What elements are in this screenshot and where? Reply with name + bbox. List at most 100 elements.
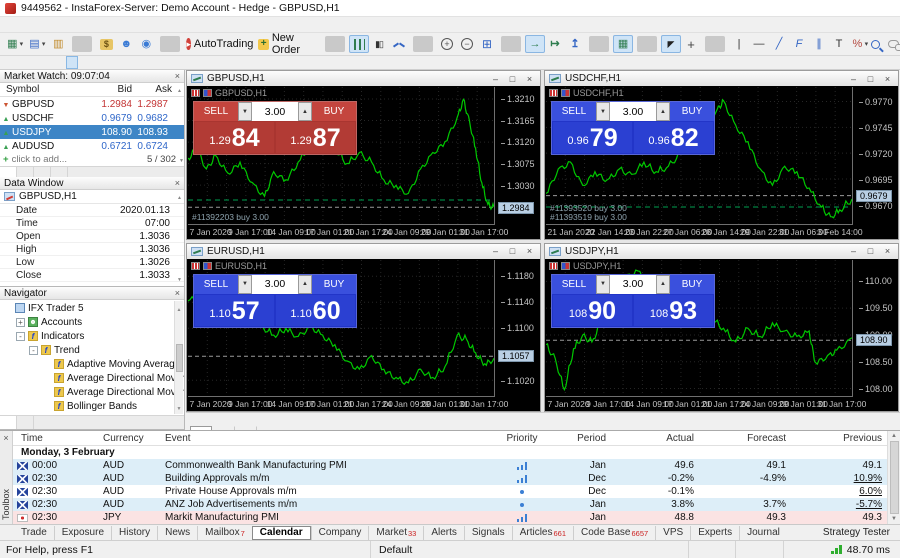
toolbox-tab[interactable]: Trade <box>14 526 54 540</box>
toolbox-tab[interactable]: Market 33 <box>368 525 423 540</box>
trendline-button[interactable] <box>769 35 789 53</box>
buy-price[interactable]: 1.10 60 <box>276 294 355 326</box>
timeframe-button[interactable] <box>24 56 36 69</box>
time-axis[interactable]: 7 Jan 2020 9 Jan 17:00 14 Jan 09:00 17 Jan … <box>188 398 509 410</box>
calendar-row[interactable]: 02:30 JPY Markit Manufacturing PMI Jan 4… <box>13 511 900 524</box>
tree-expander-icon[interactable]: + <box>16 317 25 327</box>
event-previous[interactable]: 10.9% <box>790 473 886 484</box>
toolbox-tab[interactable]: Signals <box>463 525 512 540</box>
buy-price[interactable]: 0.96 82 <box>634 122 713 153</box>
chart-shift-end-button[interactable] <box>565 35 585 53</box>
fibonacci-button[interactable] <box>789 35 809 53</box>
market-watch-add-row[interactable]: click to add... 5 / 302 <box>0 153 184 166</box>
price-axis[interactable]: 110.00109.50109.00108.50108.00108.90 <box>854 260 898 398</box>
chart-body[interactable]: USDCHF,H1 SELL 3.00 BUY 0.9679 0.9682 <box>545 86 898 239</box>
timeframe-button[interactable] <box>80 56 92 69</box>
toolbox-tab[interactable]: Experts <box>690 525 739 540</box>
scroll-up-icon[interactable] <box>891 433 897 439</box>
toolbox-tab[interactable]: Calendar <box>251 525 311 540</box>
chart-window-titlebar[interactable]: EURUSD,H1 <box>187 243 540 259</box>
time-axis[interactable]: 21 Jan 2020 22 Jan 14:00 23 Jan 22:00 27 Ja… <box>546 226 863 238</box>
maximize-icon[interactable] <box>506 74 519 84</box>
bar-chart-button[interactable] <box>349 35 370 53</box>
close-icon[interactable] <box>881 74 894 84</box>
zoom-in-button[interactable] <box>437 35 457 53</box>
timeframe-button[interactable] <box>52 56 64 69</box>
volume-increase-button[interactable] <box>656 102 670 121</box>
navigator-item[interactable]: - Trend <box>0 343 184 357</box>
volume-input[interactable]: 3.00 <box>252 274 298 294</box>
scroll-up-icon[interactable] <box>177 191 184 202</box>
close-icon[interactable] <box>523 246 536 256</box>
minimize-icon[interactable] <box>489 246 502 256</box>
toolbar-button[interactable] <box>325 36 346 52</box>
calendar-scrollbar[interactable] <box>887 431 900 524</box>
sell-price[interactable]: 0.96 79 <box>553 122 632 153</box>
scrollbar-thumb[interactable] <box>889 441 899 514</box>
sell-price[interactable]: 1.10 57 <box>195 294 274 326</box>
sell-price[interactable]: 1.29 84 <box>195 122 274 153</box>
buy-price[interactable]: 1.29 87 <box>276 122 355 153</box>
sell-price[interactable]: 108 90 <box>553 294 632 326</box>
calendar-row[interactable]: 02:30 AUD Private House Approvals m/m De… <box>13 485 900 498</box>
scroll-down-icon[interactable] <box>177 401 182 413</box>
navigator-item[interactable]: Bollinger Bands <box>0 399 184 413</box>
calendar-column-header[interactable]: Time Currency Event Priority Period Actu… <box>13 431 900 446</box>
buy-button[interactable]: BUY <box>670 274 714 294</box>
time-axis[interactable]: 7 Jan 2020 9 Jan 17:00 14 Jan 09:00 17 Jan … <box>188 226 509 238</box>
indicators-window-button[interactable] <box>613 35 634 53</box>
toolbar-button[interactable] <box>637 36 658 52</box>
market-watch-column-header[interactable]: Symbol Bid Ask <box>0 83 184 97</box>
new-chart-button[interactable] <box>4 35 26 53</box>
minimize-icon[interactable] <box>847 246 860 256</box>
timeframe-button[interactable] <box>10 56 22 69</box>
history-center-button[interactable] <box>48 35 68 53</box>
tile-windows-button[interactable] <box>477 35 497 53</box>
event-previous[interactable]: 49.3 <box>790 512 886 523</box>
text-button[interactable] <box>829 35 849 53</box>
navigator-tab[interactable] <box>0 416 17 429</box>
buy-button[interactable]: BUY <box>312 102 356 121</box>
maximize-icon[interactable] <box>864 246 877 256</box>
webinars-button[interactable] <box>136 35 156 53</box>
event-previous[interactable]: 49.1 <box>790 460 886 471</box>
event-previous[interactable]: -5.7% <box>790 499 886 510</box>
chart-shift-button[interactable] <box>545 35 565 53</box>
volume-input[interactable]: 3.00 <box>610 102 656 121</box>
close-icon[interactable] <box>881 246 894 256</box>
scroll-down-icon[interactable] <box>177 272 182 284</box>
volume-increase-button[interactable] <box>656 274 670 294</box>
price-axis[interactable]: 1.3210 1.3165 1.3120 1.3075 1.3030 1.2984 <box>496 87 540 225</box>
buy-button[interactable]: BUY <box>312 274 356 294</box>
volume-decrease-button[interactable] <box>238 102 252 121</box>
toolbar-button[interactable] <box>72 36 93 52</box>
toolbox-tab[interactable]: VPS <box>655 525 690 540</box>
arrows-button[interactable] <box>849 35 871 53</box>
chart-window-titlebar[interactable]: USDCHF,H1 <box>545 71 898 86</box>
sell-button[interactable]: SELL <box>552 102 596 121</box>
chart-window-titlebar[interactable]: GBPUSD,H1 <box>187 71 540 86</box>
volume-increase-button[interactable] <box>298 102 312 121</box>
market-watch-row[interactable]: USDJPY 108.90 108.93 <box>0 125 184 139</box>
calendar-row[interactable]: 02:30 AUD Building Approvals m/m Dec -0.… <box>13 472 900 485</box>
toolbar-button[interactable] <box>160 36 181 52</box>
navigator-item[interactable]: + Accounts <box>0 315 184 329</box>
scroll-up-icon[interactable] <box>177 302 182 314</box>
deposit-button[interactable] <box>96 35 116 53</box>
profiles-button[interactable] <box>26 35 48 53</box>
strategy-tester-link[interactable]: Strategy Tester <box>823 527 900 538</box>
toolbox-tab[interactable]: Alerts <box>423 525 464 540</box>
scroll-down-icon[interactable] <box>179 154 184 165</box>
timeframe-button[interactable] <box>38 56 50 69</box>
navigator-item[interactable]: Average Directional Movement <box>0 371 184 385</box>
volume-decrease-button[interactable] <box>238 274 252 294</box>
chart-body[interactable]: EURUSD,H1 SELL 3.00 BUY 1.1057 1.1060 <box>187 258 540 411</box>
auto-scroll-button[interactable] <box>525 35 546 53</box>
buy-price[interactable]: 108 93 <box>634 294 713 326</box>
sell-button[interactable]: SELL <box>552 274 596 294</box>
search-icon[interactable] <box>871 39 881 49</box>
scroll-up-icon[interactable] <box>177 84 184 95</box>
toolbox-tab[interactable]: News <box>157 525 197 540</box>
buy-button[interactable]: BUY <box>670 102 714 121</box>
toolbox-tab[interactable]: Journal <box>739 525 787 540</box>
